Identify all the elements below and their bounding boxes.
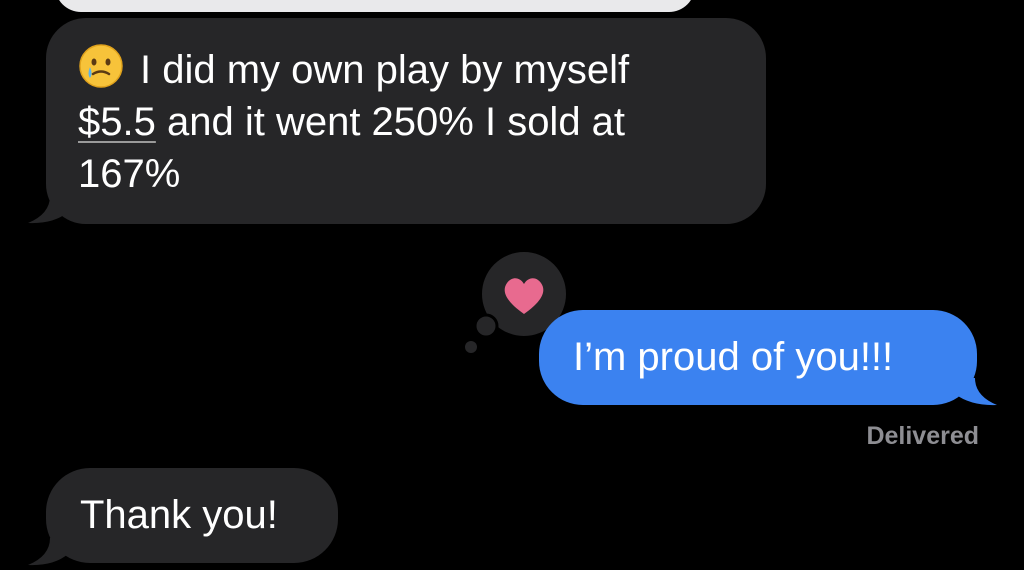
face-holding-back-tears-icon	[79, 44, 123, 88]
previous-message-bubble[interactable]	[55, 0, 695, 12]
message-line: I did my own play by myself	[78, 43, 736, 96]
outgoing-message-bubble[interactable]: I’m proud of you!!!	[539, 310, 977, 405]
message-text: I did my own play by myself	[140, 48, 630, 92]
delivery-status: Delivered	[866, 422, 979, 450]
message-text: I’m proud of you!!!	[573, 335, 894, 379]
message-line: $5.5 and it went 250% I sold at	[78, 96, 736, 148]
message-text: Thank you!	[80, 493, 278, 537]
outgoing-bubble-tail	[955, 378, 997, 406]
amount-link[interactable]: $5.5	[78, 100, 156, 144]
message-text: 167%	[78, 152, 181, 196]
incoming-message-bubble[interactable]: Thank you!	[46, 468, 338, 563]
message-text: and it went 250% I sold at	[155, 100, 626, 144]
incoming-message-bubble[interactable]: I did my own play by myself $5.5 and it …	[46, 18, 766, 224]
incoming-bubble-tail	[28, 538, 68, 566]
incoming-bubble-tail	[28, 196, 68, 224]
